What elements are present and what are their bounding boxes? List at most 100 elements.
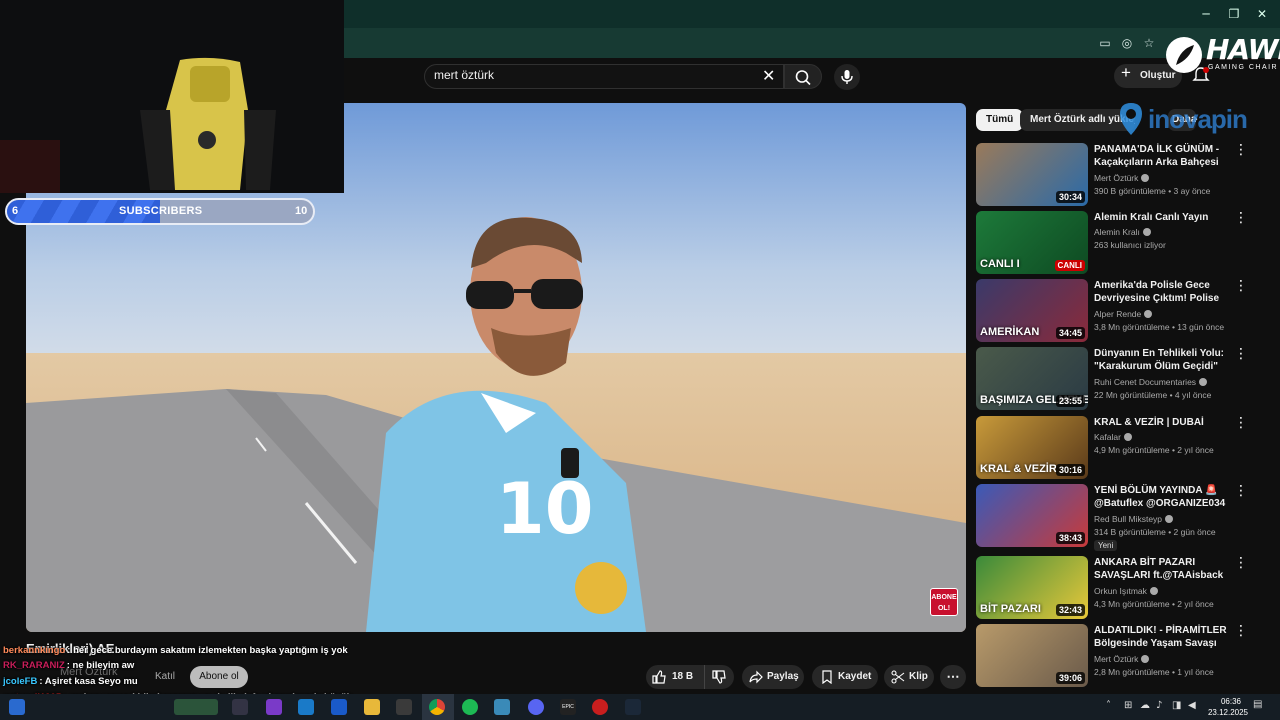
obs-icon[interactable]	[592, 699, 608, 715]
video-duration: 23:55	[1055, 395, 1085, 407]
related-video-item[interactable]: BAŞIMIZA GELMEYEN KAL23:55Dünyanın En Te…	[976, 347, 1258, 411]
clear-search-icon[interactable]: ✕	[762, 66, 778, 86]
clip-label: Klip	[909, 671, 928, 682]
kebab-menu-icon[interactable]: ⋮	[1234, 484, 1248, 498]
search-input[interactable]: mert öztürk	[434, 68, 494, 82]
related-video-item[interactable]: 30:34 PANAMA'DA İLK GÜNÜM - Kaçakçıların …	[976, 143, 1258, 207]
chip-all[interactable]: Tümü	[976, 109, 1024, 131]
like-button[interactable]: 18 B	[646, 665, 704, 689]
related-video-channel[interactable]: Mert Öztürk	[1094, 654, 1150, 664]
tray-app-icon[interactable]: ⊞	[1124, 700, 1132, 711]
kebab-menu-icon[interactable]: ⋮	[1234, 624, 1248, 638]
epic-games-icon[interactable]: EPIC	[560, 699, 576, 715]
clock-time[interactable]: 06:36	[1213, 697, 1249, 706]
related-video-item[interactable]: BİT PAZARI 32:43 ANKARA BİT PAZARI SAVAŞLA…	[976, 556, 1258, 620]
file-explorer-icon[interactable]	[364, 699, 380, 715]
spotify-icon[interactable]	[462, 699, 478, 715]
related-video-channel[interactable]: Ruhi Cenet Documentaries	[1094, 377, 1208, 387]
verified-icon	[1165, 515, 1174, 523]
related-video-title[interactable]: YENİ BÖLÜM YAYINDA 🚨 @Batuflex @ORGANIZE…	[1094, 484, 1230, 511]
save-label: Kaydet	[838, 671, 872, 682]
related-video-channel[interactable]: Alper Rende	[1094, 309, 1153, 319]
kebab-menu-icon[interactable]: ⋮	[1234, 556, 1248, 570]
map-pin-icon	[1120, 103, 1142, 135]
task-view-icon[interactable]	[232, 699, 248, 715]
related-video-channel[interactable]: Red Bull Miksteyp	[1094, 514, 1174, 524]
discord-icon[interactable]	[528, 699, 544, 715]
notifications-icon[interactable]: ▤	[1253, 699, 1262, 710]
kebab-menu-icon[interactable]: ⋮	[1234, 416, 1248, 430]
related-video-channel[interactable]: Mert Öztürk	[1094, 173, 1150, 183]
maximize-icon[interactable]: ❐	[1224, 5, 1244, 23]
cast-icon[interactable]: ▭	[1096, 34, 1114, 52]
clip-button[interactable]: Klip	[884, 665, 934, 689]
kebab-menu-icon[interactable]: ⋮	[1234, 347, 1248, 361]
kebab-menu-icon[interactable]: ⋮	[1234, 211, 1248, 225]
kebab-menu-icon[interactable]: ⋮	[1234, 143, 1248, 157]
share-button[interactable]: Paylaş	[742, 665, 804, 689]
related-video-title[interactable]: ANKARA BİT PAZARI SAVAŞLARI ft.@TAAisbac…	[1094, 556, 1230, 582]
windows-start-icon[interactable]	[9, 699, 25, 715]
related-video-title[interactable]: KRAL & VEZİR | DUBAİ	[1094, 416, 1230, 429]
network-icon[interactable]: ◨	[1172, 700, 1181, 711]
related-video-channel[interactable]: Orkun Işıtmak	[1094, 586, 1158, 596]
chrome-icon[interactable]	[429, 699, 445, 715]
verified-icon	[1149, 587, 1158, 595]
video-thumbnail[interactable]: BİT PAZARI 32:43	[976, 556, 1088, 619]
kebab-menu-icon[interactable]: ⋮	[1234, 279, 1248, 293]
related-video-channel[interactable]: Alemin Kralı	[1094, 227, 1151, 237]
related-video-item[interactable]: 38:43 YENİ BÖLÜM YAYINDA 🚨 @Batuflex @ORG…	[976, 484, 1258, 551]
related-video-item[interactable]: CANLI I CANLI Alemin Kralı Canlı Yayın Alem…	[976, 211, 1258, 275]
video-thumbnail[interactable]: BAŞIMIZA GELMEYEN KAL23:55	[976, 347, 1088, 410]
like-count: 18 B	[672, 671, 694, 682]
share-label: Paylaş	[767, 671, 799, 682]
bookmark-star-icon[interactable]: ☆	[1140, 34, 1158, 52]
chat-text: : her gece burdayım sakatım izlemekten b…	[67, 645, 348, 656]
minimize-icon[interactable]: ─	[1196, 5, 1216, 23]
steam-icon[interactable]	[625, 699, 641, 715]
edge-icon[interactable]	[298, 699, 314, 715]
related-video-title[interactable]: ALDATILDIK! - PİRAMİTLER Bölgesinde Yaşa…	[1094, 624, 1230, 651]
xbox-icon[interactable]	[396, 699, 412, 715]
weather-widget-icon[interactable]	[174, 699, 218, 715]
join-button[interactable]: Katıl	[148, 666, 182, 688]
video-thumbnail[interactable]: AMERİKAN 34:45	[976, 279, 1088, 342]
more-actions-button[interactable]: ⋯	[940, 665, 966, 689]
chat-message: RK_RARANIZ: ne bileyim aw	[3, 660, 134, 671]
copilot-icon[interactable]	[266, 699, 282, 715]
related-video-title[interactable]: Amerika'da Polisle Gece Devriyesine Çıkt…	[1094, 279, 1230, 306]
bookmark-icon	[822, 670, 832, 684]
video-thumbnail[interactable]: KRAL & VEZİR 30:16	[976, 416, 1088, 479]
related-video-title[interactable]: PANAMA'DA İLK GÜNÜM - Kaçakçıların Arka …	[1094, 143, 1230, 170]
tray-mic-icon[interactable]: ♪	[1156, 700, 1162, 711]
video-thumbnail[interactable]: CANLI I CANLI	[976, 211, 1088, 274]
related-video-title[interactable]: Alemin Kralı Canlı Yayın	[1094, 211, 1230, 224]
voice-search-button[interactable]	[834, 64, 860, 90]
tray-chevron-icon[interactable]: ˄	[1106, 700, 1111, 711]
related-video-item[interactable]: AMERİKAN 34:45 Amerika'da Polisle Gece Dev…	[976, 279, 1258, 343]
subscribe-badge-overlay[interactable]: ABONE OL!	[930, 588, 958, 616]
subscribe-button[interactable]: Abone ol	[190, 666, 248, 688]
video-thumbnail[interactable]: 39:06	[976, 624, 1088, 687]
volume-icon[interactable]: ◀	[1188, 700, 1196, 711]
eye-off-icon[interactable]: ◎	[1118, 34, 1136, 52]
search-button[interactable]	[784, 64, 822, 89]
related-video-title[interactable]: Dünyanın En Tehlikeli Yolu: "Karakurum Ö…	[1094, 347, 1230, 373]
inovapin-watermark: inovapin	[1148, 104, 1248, 134]
related-video-item[interactable]: KRAL & VEZİR 30:16 KRAL & VEZİR | DUBAİ Kaf…	[976, 416, 1258, 480]
save-button[interactable]: Kaydet	[812, 665, 878, 689]
clock-date[interactable]: 23.12.2025	[1203, 708, 1253, 717]
app-icon[interactable]	[494, 699, 510, 715]
channel-label: Mert Öztürk	[1094, 173, 1139, 183]
video-thumbnail[interactable]: 30:34	[976, 143, 1088, 206]
store-icon[interactable]	[331, 699, 347, 715]
tray-cloud-icon[interactable]: ☁	[1140, 700, 1150, 711]
video-duration: 34:45	[1055, 327, 1085, 339]
dislike-button[interactable]	[704, 665, 734, 689]
thumbs-down-icon	[712, 670, 726, 684]
video-thumbnail[interactable]: 38:43	[976, 484, 1088, 547]
verified-icon	[1141, 655, 1150, 663]
related-video-item[interactable]: 39:06 ALDATILDIK! - PİRAMİTLER Bölgesinde…	[976, 624, 1258, 688]
close-window-icon[interactable]: ✕	[1252, 5, 1272, 23]
related-video-channel[interactable]: Kafalar	[1094, 432, 1132, 442]
